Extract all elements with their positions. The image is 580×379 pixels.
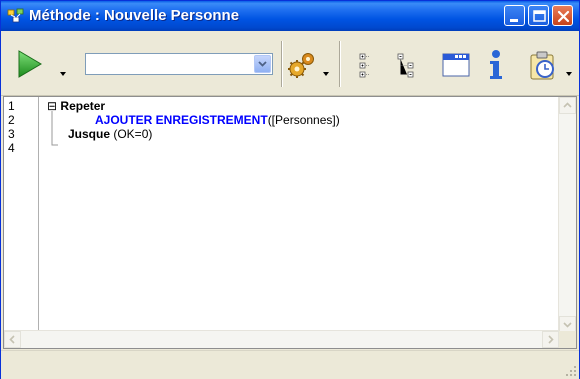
search-input[interactable]	[120, 54, 254, 74]
scrollbar-corner	[559, 331, 576, 348]
minimize-button[interactable]	[504, 5, 525, 26]
code-line[interactable]: AJOUTER ENREGISTREMENT([Personnes])	[95, 113, 340, 127]
collapse-tree-button[interactable]	[397, 53, 417, 84]
info-button[interactable]	[485, 49, 507, 86]
line-number: 4	[8, 141, 15, 155]
window-list-button[interactable]	[441, 51, 471, 84]
search-dropdown-button[interactable]	[254, 55, 271, 73]
line-number-gutter: 1 2 3 4	[4, 97, 39, 333]
line-number: 3	[8, 127, 15, 141]
info-icon	[490, 50, 502, 79]
run-menu-arrow-icon[interactable]	[60, 72, 66, 76]
code-keyword: Repeter	[60, 99, 106, 113]
resize-grip-icon[interactable]	[565, 365, 577, 377]
clipboard-timer-button[interactable]	[529, 49, 559, 86]
code-keyword: Jusque	[68, 127, 111, 141]
line-number: 1	[8, 99, 15, 113]
title-bar[interactable]: Méthode : Nouvelle Personne	[1, 1, 579, 31]
method-app-icon	[7, 8, 24, 23]
gears-button[interactable]	[287, 51, 317, 84]
scroll-right-button[interactable]	[542, 331, 559, 348]
scroll-right-icon	[548, 335, 554, 344]
scroll-left-icon	[9, 335, 15, 344]
code-line[interactable]: Jusque (OK=0)	[68, 127, 152, 141]
chevron-down-icon	[258, 61, 267, 67]
status-bar	[1, 350, 579, 379]
expand-tree-button[interactable]	[359, 53, 377, 84]
scroll-up-icon	[563, 102, 572, 108]
expand-tree-icon	[359, 53, 369, 78]
minimize-icon	[510, 19, 518, 22]
horizontal-scrollbar[interactable]	[4, 330, 559, 348]
collapse-tree-icon	[397, 53, 414, 78]
gears-menu-arrow-icon[interactable]	[323, 72, 329, 76]
window-title: Méthode : Nouvelle Personne	[29, 7, 240, 24]
close-button[interactable]	[552, 5, 573, 26]
vertical-scrollbar[interactable]	[558, 97, 576, 333]
code-argument: (OK=0)	[110, 127, 153, 141]
maximize-icon	[533, 10, 546, 22]
scroll-down-icon	[563, 322, 572, 328]
close-icon	[557, 10, 570, 23]
line-number: 2	[8, 113, 15, 127]
method-editor-window: Méthode : Nouvelle Personne 1 2 3 4 ⊟ Re…	[0, 0, 580, 379]
code-command: AJOUTER ENREGISTREMENT	[95, 113, 268, 127]
toolbar-separator	[281, 41, 283, 87]
play-icon	[18, 50, 42, 78]
code-editor[interactable]: 1 2 3 4 ⊟ Repeter AJOUTER ENREGISTREMENT…	[3, 96, 577, 349]
code-argument: ([Personnes])	[267, 113, 340, 127]
maximize-button[interactable]	[528, 5, 549, 26]
gears-icon	[288, 53, 314, 78]
search-combobox[interactable]	[85, 53, 273, 75]
code-area[interactable]: ⊟ Repeter AJOUTER ENREGISTREMENT([Person…	[39, 97, 559, 333]
clipboard-timer-icon	[530, 51, 554, 80]
window-list-icon	[442, 53, 470, 77]
toolbar	[1, 31, 579, 96]
scroll-left-button[interactable]	[4, 331, 21, 348]
clipboard-menu-arrow-icon[interactable]	[566, 72, 572, 76]
scroll-up-button[interactable]	[559, 97, 576, 114]
fold-guide	[51, 111, 58, 146]
run-button[interactable]	[15, 49, 45, 84]
toolbar-separator	[339, 41, 341, 87]
